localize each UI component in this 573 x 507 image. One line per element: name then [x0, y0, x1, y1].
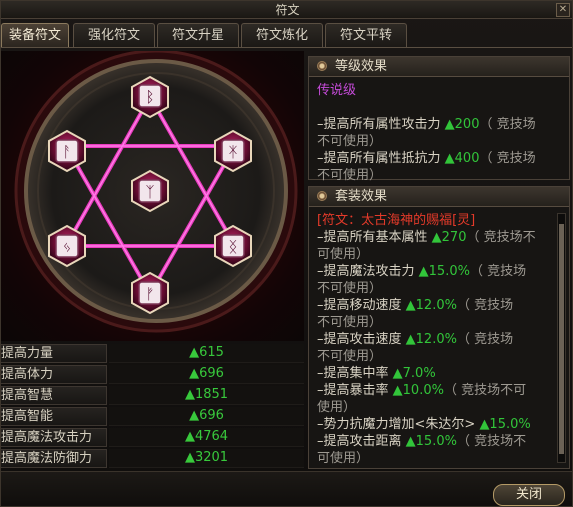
tab-equip-rune[interactable]: 装备符文: [1, 23, 69, 47]
close-button[interactable]: 关闭: [493, 484, 565, 506]
stat-value: ▲4764: [109, 428, 304, 447]
tab-bar: 装备符文 强化符文 符文升星 符文炼化 符文平转: [1, 23, 572, 47]
rune-glyph-left-bottom: ᛃ: [62, 238, 71, 256]
effect-line: –提高所有基本属性 ▲270（ 竞技场不: [317, 230, 536, 245]
level-effect-body: 传说级 –提高所有属性攻击力 ▲200（ 竞技场 不可使用） –提高所有属性抵抗…: [309, 77, 569, 189]
effect-line: –提高暴击率 ▲10.0%（ 竞技场不可: [317, 383, 527, 398]
rune-slot-left-bottom[interactable]: ᛃ: [48, 224, 86, 268]
rune-circle-area: ᛒ ᚨ ᛡ ᛉ ᛃ ᛝ ᚠ: [1, 51, 304, 341]
effect-note: 使用）: [317, 400, 357, 415]
tab-rune-transfer[interactable]: 符文平转: [325, 23, 407, 47]
rune-glyph-right-top: ᛡ: [228, 143, 237, 161]
effect-line: –提高移动速度 ▲12.0%（ 竞技场: [317, 298, 514, 313]
level-effect-header: 等级效果: [309, 57, 569, 77]
effect-line: –提高所有属性攻击力 ▲200（ 竞技场: [317, 117, 536, 132]
effect-note: 不可使用）: [317, 349, 383, 364]
bullet-icon: [317, 191, 327, 201]
level-effect-panel: 等级效果 传说级 –提高所有属性攻击力 ▲200（ 竞技场 不可使用） –提高所…: [308, 56, 570, 183]
rune-window: 符文 ✕ 装备符文 强化符文 符文升星 符文炼化 符文平转 ᛒ ᚨ ᛡ ᛉ ᛃ …: [0, 0, 573, 507]
effect-note: 不可使用）: [317, 168, 383, 183]
grade-label: 传说级: [317, 83, 357, 98]
rune-slot-center[interactable]: ᛉ: [131, 169, 169, 213]
title-bar: 符文 ✕: [1, 1, 572, 19]
stat-name: 提高体力: [1, 365, 107, 384]
rune-slot-top[interactable]: ᛒ: [131, 75, 169, 119]
rune-circle-svg: ᛒ ᚨ ᛡ ᛉ ᛃ ᛝ ᚠ: [14, 51, 298, 333]
effect-line: –提高攻击距离 ▲15.0%（ 竞技场不: [317, 434, 527, 449]
tab-enhance-rune[interactable]: 强化符文: [73, 23, 155, 47]
stat-row: 提高魔法攻击力 ▲4764: [1, 428, 304, 447]
set-effect-body: [符文：太古海神的赐福[灵] –提高所有基本属性 ▲270（ 竞技场不 可使用）…: [309, 207, 569, 465]
stat-value: ▲696: [109, 365, 304, 384]
effect-line: –提高魔法攻击力 ▲15.0%（ 竞技场: [317, 264, 527, 279]
stat-list: 提高力量 ▲615 提高体力 ▲696 提高智慧 ▲1851 提高智能 ▲696…: [1, 344, 304, 470]
rune-glyph-bottom: ᚠ: [145, 285, 154, 303]
rune-glyph-center: ᛉ: [145, 183, 154, 201]
stat-value: ▲696: [109, 407, 304, 426]
tab-divider: [1, 47, 572, 48]
effect-line: –势力抗魔力增加<朱达尔> ▲15.0%: [317, 417, 531, 432]
level-effect-title: 等级效果: [335, 59, 388, 74]
set-effect-panel: 套装效果 [符文：太古海神的赐福[灵] –提高所有基本属性 ▲270（ 竞技场不…: [308, 186, 570, 469]
effect-note: 可使用）: [317, 247, 370, 262]
rune-slot-bottom[interactable]: ᚠ: [131, 271, 169, 315]
set-name: [符文：太古海神的赐福[灵]: [317, 213, 476, 228]
stat-row: 提高体力 ▲696: [1, 365, 304, 384]
effect-line: –提高所有属性抵抗力 ▲400（ 竞技场: [317, 151, 536, 166]
rune-slot-right-bottom[interactable]: ᛝ: [214, 224, 252, 268]
rune-glyph-top: ᛒ: [145, 88, 154, 106]
close-icon[interactable]: ✕: [556, 3, 570, 17]
rune-glyph-right-bottom: ᛝ: [228, 238, 237, 256]
stat-name: 提高魔法防御力: [1, 449, 107, 468]
stat-name: 提高智能: [1, 407, 107, 426]
set-effect-header: 套装效果: [309, 187, 569, 207]
rune-glyph-left-top: ᚨ: [62, 143, 71, 161]
tab-rune-refine[interactable]: 符文炼化: [241, 23, 323, 47]
stat-row: 提高魔法防御力 ▲3201: [1, 449, 304, 468]
bullet-icon: [317, 61, 327, 71]
stat-row: 提高力量 ▲615: [1, 344, 304, 363]
stat-name: 提高力量: [1, 344, 107, 363]
set-effect-scrollbar[interactable]: [557, 213, 566, 463]
set-effect-title: 套装效果: [335, 189, 388, 204]
effect-note: 可使用）: [317, 451, 370, 465]
stat-name: 提高魔法攻击力: [1, 428, 107, 447]
stat-name: 提高智慧: [1, 386, 107, 405]
rune-slot-right-top[interactable]: ᛡ: [214, 129, 252, 173]
effect-note: 不可使用）: [317, 315, 383, 330]
stat-row: 提高智慧 ▲1851: [1, 386, 304, 405]
effect-note: 不可使用）: [317, 134, 383, 149]
tab-rune-star[interactable]: 符文升星: [157, 23, 239, 47]
stat-value: ▲615: [109, 344, 304, 363]
bottom-bar: [1, 471, 572, 506]
effect-line: –提高攻击速度 ▲12.0%（ 竞技场: [317, 332, 514, 347]
stat-value: ▲3201: [109, 449, 304, 468]
stat-row: 提高智能 ▲696: [1, 407, 304, 426]
effect-note: 不可使用）: [317, 281, 383, 296]
scrollbar-thumb[interactable]: [559, 224, 564, 454]
window-title: 符文: [275, 3, 300, 17]
effect-line: –提高集中率 ▲7.0%: [317, 366, 436, 381]
stat-value: ▲1851: [109, 386, 304, 405]
rune-slot-left-top[interactable]: ᚨ: [48, 129, 86, 173]
